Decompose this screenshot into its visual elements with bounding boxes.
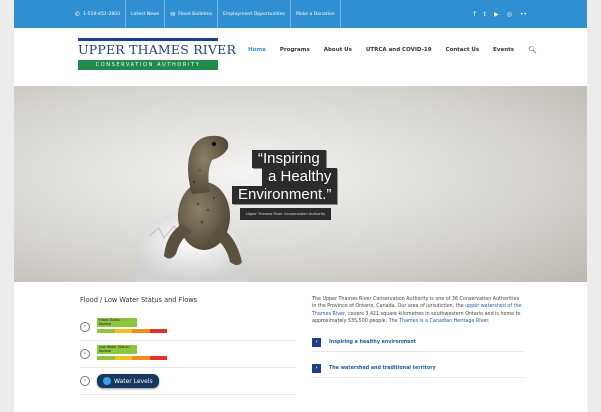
flood-status-label-2: Normal xyxy=(99,322,112,326)
site-header: UPPER THAMES RIVER CONSERVATION AUTHORIT… xyxy=(14,28,587,86)
water-levels-row[interactable]: › Water Levels xyxy=(80,368,296,395)
top-utility-bar: ✆ 1-519-451-2800 Latest News ✉ Flood Bul… xyxy=(14,0,587,28)
water-levels-button[interactable]: Water Levels xyxy=(97,374,159,388)
chevron-right-icon[interactable]: › xyxy=(80,376,90,386)
phone-link[interactable]: ✆ 1-519-451-2800 xyxy=(70,0,127,28)
logo-line-2: CONSERVATION AUTHORITY xyxy=(78,60,218,70)
phone-icon: ✆ xyxy=(75,10,81,18)
heritage-river-link[interactable]: The Thames is a Canadian Heritage River. xyxy=(389,319,490,324)
main-nav: Home Programs About Us UTRCA and COVID-1… xyxy=(248,46,537,54)
phone-number: 1-519-451-2800 xyxy=(83,11,121,17)
twitter-icon[interactable]: t xyxy=(484,11,486,18)
inspiring-link-label: Inspiring a healthy environment xyxy=(329,339,417,345)
flood-status-row[interactable]: › Flood Status: Normal xyxy=(80,314,296,341)
employment-link[interactable]: Employment Opportunities xyxy=(218,0,291,28)
flood-section-title: Flood / Low Water Status and Flows xyxy=(80,296,198,304)
about-panel: The Upper Thames River Conservation Auth… xyxy=(312,296,524,378)
low-water-gauge: Low Water Status: Normal xyxy=(97,345,167,363)
instagram-icon[interactable]: ◎ xyxy=(507,11,512,18)
low-water-status-row[interactable]: › Low Water Status: Normal xyxy=(80,341,296,368)
arrow-right-icon: › xyxy=(312,363,321,373)
flood-bulletins-link[interactable]: ✉ Flood Bulletins xyxy=(165,0,219,28)
inspiring-link[interactable]: › Inspiring a healthy environment xyxy=(312,334,524,352)
nav-programs[interactable]: Programs xyxy=(280,47,310,53)
nav-events[interactable]: Events xyxy=(493,47,514,53)
watershed-territory-label: The watershed and traditional territory xyxy=(329,365,436,371)
flood-status-label: Flood Status: Normal xyxy=(97,318,137,327)
water-drop-icon xyxy=(103,377,111,385)
nav-contact-us[interactable]: Contact Us xyxy=(446,47,480,53)
flood-status-scale xyxy=(97,329,167,333)
facebook-icon[interactable]: f xyxy=(474,11,476,18)
nav-home[interactable]: Home xyxy=(248,47,266,53)
site-logo[interactable]: UPPER THAMES RIVER CONSERVATION AUTHORIT… xyxy=(78,38,236,80)
search-icon[interactable]: 🔍︎ xyxy=(528,46,537,54)
envelope-icon: ✉ xyxy=(170,10,176,18)
hero-quote-line-3: Environment.” xyxy=(232,186,338,204)
logo-line-1: UPPER THAMES RIVER xyxy=(78,38,236,57)
water-levels-label: Water Levels xyxy=(114,377,153,385)
low-water-label: Low Water Status: Normal xyxy=(97,345,137,354)
nav-about-us[interactable]: About Us xyxy=(324,47,352,53)
arrow-right-icon: › xyxy=(312,337,321,347)
chevron-right-icon[interactable]: › xyxy=(80,322,90,332)
low-water-label-2: Normal xyxy=(99,349,112,353)
chevron-right-icon[interactable]: › xyxy=(80,349,90,359)
flood-status-gauge: Flood Status: Normal xyxy=(97,318,167,336)
hero-caption: Upper Thames River Conservation Authorit… xyxy=(240,208,332,220)
flickr-icon[interactable]: •• xyxy=(520,11,527,18)
donation-link[interactable]: Make a Donation xyxy=(291,0,341,28)
latest-news-link[interactable]: Latest News xyxy=(126,0,166,28)
watershed-territory-link[interactable]: › The watershed and traditional territor… xyxy=(312,360,524,378)
hero-banner: “Inspiring a Healthy Environment.” Upper… xyxy=(14,86,587,282)
nav-covid[interactable]: UTRCA and COVID-19 xyxy=(366,47,432,53)
hero-quote-line-2: a Healthy xyxy=(262,168,338,186)
low-water-scale xyxy=(97,356,167,360)
youtube-icon[interactable]: ▶ xyxy=(494,11,499,18)
hero-quote-line-1: “Inspiring xyxy=(252,150,326,168)
flood-status-panel: Flood / Low Water Status and Flows › Flo… xyxy=(80,296,296,395)
flood-bulletins-label: Flood Bulletins xyxy=(178,11,213,17)
about-text: The Upper Thames River Conservation Auth… xyxy=(312,296,524,326)
social-icons: f t ▶ ◎ •• xyxy=(474,0,527,28)
page-frame: ✆ 1-519-451-2800 Latest News ✉ Flood Bul… xyxy=(14,0,587,412)
